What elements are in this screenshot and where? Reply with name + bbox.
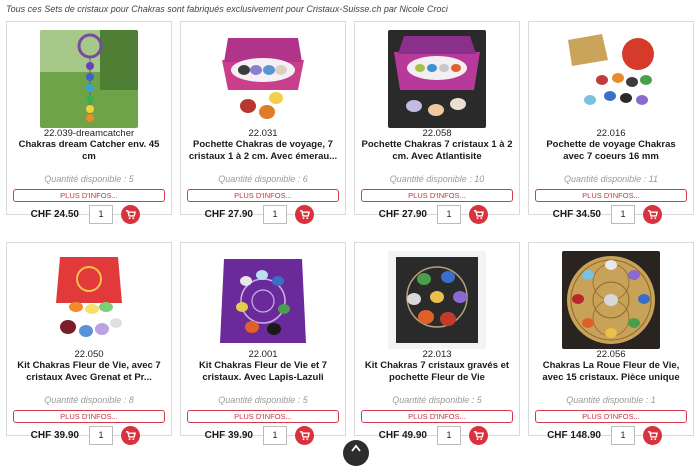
product-price: CHF 39.90: [204, 430, 253, 441]
product-title[interactable]: Kit Chakras 7 cristaux gravés et pochett…: [361, 360, 513, 384]
product-card: 22.056 Chakras La Roue Fleur de Vie, ave…: [528, 242, 694, 445]
more-info-button[interactable]: PLUS D'INFOS...: [187, 189, 339, 202]
product-price: CHF 27.90: [204, 209, 253, 220]
intro-text: Tous ces Sets de cristaux pour Chakras s…: [6, 4, 448, 14]
product-price: CHF 49.90: [378, 430, 427, 441]
product-image[interactable]: [214, 30, 312, 128]
product-reference: 22.050: [74, 349, 104, 360]
product-reference: 22.058: [422, 128, 452, 139]
stock-quantity: Quantité disponible : 1: [566, 395, 656, 405]
product-title[interactable]: Pochette de voyage Chakras avec 7 coeurs…: [535, 139, 687, 163]
add-to-cart-button[interactable]: [469, 426, 488, 445]
stock-quantity: Quantité disponible : 5: [218, 395, 308, 405]
product-image[interactable]: [40, 251, 138, 349]
buy-row: CHF 27.90 1: [355, 205, 519, 227]
add-to-cart-button[interactable]: [643, 426, 662, 445]
product-card: 22.039-dreamcatcher Chakras dream Catche…: [6, 21, 172, 224]
product-card: 22.050 Kit Chakras Fleur de Vie, avec 7 …: [6, 242, 172, 445]
product-reference: 22.001: [248, 349, 278, 360]
shopping-cart-icon: [125, 210, 136, 220]
more-info-button[interactable]: PLUS D'INFOS...: [361, 410, 513, 423]
add-to-cart-button[interactable]: [295, 426, 314, 445]
product-price: CHF 148.90: [547, 430, 601, 441]
buy-row: CHF 34.50 1: [529, 205, 693, 227]
stock-quantity: Quantité disponible : 5: [392, 395, 482, 405]
buy-row: CHF 27.90 1: [181, 205, 345, 227]
chevron-up-icon: [351, 444, 361, 452]
product-card: 22.016 Pochette de voyage Chakras avec 7…: [528, 21, 694, 224]
shopping-cart-icon: [299, 431, 310, 441]
product-title[interactable]: Pochette Chakras 7 cristaux 1 à 2 cm. Av…: [361, 139, 513, 163]
quantity-input[interactable]: 1: [611, 205, 635, 224]
stock-quantity: Quantité disponible : 6: [218, 174, 308, 184]
add-to-cart-button[interactable]: [121, 205, 140, 224]
shopping-cart-icon: [473, 431, 484, 441]
quantity-input[interactable]: 1: [611, 426, 635, 445]
more-info-button[interactable]: PLUS D'INFOS...: [13, 410, 165, 423]
quantity-input[interactable]: 1: [437, 205, 461, 224]
more-info-button[interactable]: PLUS D'INFOS...: [535, 189, 687, 202]
product-title[interactable]: Chakras La Roue Fleur de Vie, avec 15 cr…: [535, 360, 687, 384]
product-reference: 22.016: [596, 128, 626, 139]
shopping-cart-icon: [647, 210, 658, 220]
quantity-input[interactable]: 1: [89, 426, 113, 445]
stock-quantity: Quantité disponible : 11: [564, 174, 658, 184]
more-info-button[interactable]: PLUS D'INFOS...: [361, 189, 513, 202]
shopping-cart-icon: [647, 431, 658, 441]
product-reference: 22.039-dreamcatcher: [43, 128, 135, 139]
product-reference: 22.056: [596, 349, 626, 360]
product-price: CHF 39.90: [30, 430, 79, 441]
shopping-cart-icon: [299, 210, 310, 220]
quantity-input[interactable]: 1: [263, 205, 287, 224]
more-info-button[interactable]: PLUS D'INFOS...: [535, 410, 687, 423]
product-title[interactable]: Kit Chakras Fleur de Vie, avec 7 cristau…: [13, 360, 165, 384]
quantity-input[interactable]: 1: [263, 426, 287, 445]
add-to-cart-button[interactable]: [643, 205, 662, 224]
stock-quantity: Quantité disponible : 10: [389, 174, 485, 184]
quantity-input[interactable]: 1: [437, 426, 461, 445]
product-image[interactable]: [40, 30, 138, 128]
product-title[interactable]: Chakras dream Catcher env. 45 cm: [13, 139, 165, 163]
product-price: CHF 24.50: [30, 209, 79, 220]
buy-row: CHF 148.90 1: [529, 426, 693, 448]
stock-quantity: Quantité disponible : 8: [44, 395, 134, 405]
buy-row: CHF 24.50 1: [7, 205, 171, 227]
product-image[interactable]: [388, 251, 486, 349]
product-card: 22.031 Pochette Chakras de voyage, 7 cri…: [180, 21, 346, 224]
add-to-cart-button[interactable]: [295, 205, 314, 224]
add-to-cart-button[interactable]: [121, 426, 140, 445]
product-image[interactable]: [562, 251, 660, 349]
product-card: 22.001 Kit Chakras Fleur de Vie et 7 cri…: [180, 242, 346, 445]
shopping-cart-icon: [473, 210, 484, 220]
scroll-to-top-button[interactable]: [343, 440, 369, 466]
product-title[interactable]: Kit Chakras Fleur de Vie et 7 cristaux. …: [187, 360, 339, 384]
product-price: CHF 27.90: [378, 209, 427, 220]
more-info-button[interactable]: PLUS D'INFOS...: [187, 410, 339, 423]
more-info-button[interactable]: PLUS D'INFOS...: [13, 189, 165, 202]
shopping-cart-icon: [125, 431, 136, 441]
quantity-input[interactable]: 1: [89, 205, 113, 224]
product-image[interactable]: [214, 251, 312, 349]
product-card: 22.058 Pochette Chakras 7 cristaux 1 à 2…: [354, 21, 520, 224]
product-reference: 22.031: [248, 128, 278, 139]
product-image[interactable]: [562, 30, 660, 128]
product-image[interactable]: [388, 30, 486, 128]
add-to-cart-button[interactable]: [469, 205, 488, 224]
product-card: 22.013 Kit Chakras 7 cristaux gravés et …: [354, 242, 520, 445]
buy-row: CHF 39.90 1: [7, 426, 171, 448]
buy-row: CHF 39.90 1: [181, 426, 345, 448]
product-price: CHF 34.50: [552, 209, 601, 220]
stock-quantity: Quantité disponible : 5: [44, 174, 134, 184]
product-title[interactable]: Pochette Chakras de voyage, 7 cristaux 1…: [187, 139, 339, 163]
product-reference: 22.013: [422, 349, 452, 360]
buy-row: CHF 49.90 1: [355, 426, 519, 448]
